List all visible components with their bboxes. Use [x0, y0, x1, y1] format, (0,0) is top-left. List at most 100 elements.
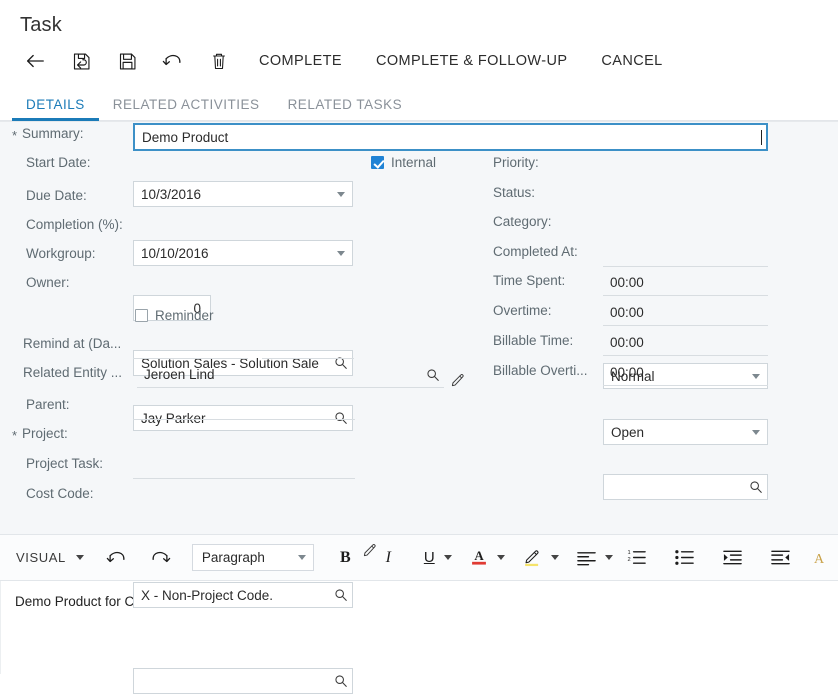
- main-toolbar: COMPLETE COMPLETE & FOLLOW-UP CANCEL: [0, 39, 838, 84]
- chevron-down-icon[interactable]: [496, 555, 505, 560]
- chevron-down-icon[interactable]: [75, 555, 84, 560]
- related-entity-label: Related Entity ...: [23, 365, 123, 380]
- chevron-down-icon[interactable]: [550, 555, 559, 560]
- related-entity-edit-pencil-icon[interactable]: [450, 372, 466, 388]
- svg-text:2: 2: [628, 557, 631, 563]
- font-color-button[interactable]: A: [452, 543, 505, 573]
- paragraph-style-value: Paragraph: [201, 550, 265, 565]
- numbered-list-icon: 1 2: [628, 550, 646, 564]
- redo-icon[interactable]: [139, 543, 182, 573]
- bulleted-list-icon: [675, 550, 694, 565]
- align-left-icon: [576, 551, 596, 565]
- svg-text:A: A: [474, 548, 484, 563]
- delete-trash-icon[interactable]: [196, 41, 242, 81]
- editor-mode-selector[interactable]: VISUAL: [10, 543, 84, 573]
- project-value: X - Non-Project Code.: [141, 587, 274, 603]
- tab-details[interactable]: DETAILS: [12, 97, 99, 121]
- align-button[interactable]: [559, 543, 613, 573]
- highlight-button[interactable]: [505, 543, 559, 573]
- category-label: Category:: [493, 214, 552, 229]
- search-icon[interactable]: [426, 368, 440, 382]
- overtime-label-wrap: Overtime:: [493, 303, 552, 318]
- chevron-down-icon[interactable]: [337, 191, 345, 197]
- start-date-input[interactable]: 10/3/2016: [133, 181, 353, 207]
- editor-mode-label: VISUAL: [16, 550, 66, 565]
- status-select[interactable]: Open: [603, 419, 768, 445]
- chevron-down-icon[interactable]: [337, 250, 345, 256]
- outdent-button[interactable]: [757, 543, 805, 573]
- underline-button[interactable]: U: [410, 543, 452, 573]
- cancel-button[interactable]: CANCEL: [584, 41, 679, 81]
- related-entity-label-wrap: Related Entity ...: [23, 365, 122, 380]
- tab-related-tasks[interactable]: RELATED TASKS: [274, 97, 417, 121]
- summary-label-wrap: * Summary:: [12, 126, 84, 143]
- billable-time-label: Billable Time:: [493, 333, 574, 348]
- chevron-down-icon[interactable]: [604, 555, 613, 560]
- complete-button[interactable]: COMPLETE: [242, 41, 359, 81]
- paragraph-style-select[interactable]: Paragraph: [191, 544, 314, 571]
- reminder-label: Reminder: [155, 308, 214, 323]
- summary-input[interactable]: Demo Product: [133, 123, 768, 151]
- due-date-input[interactable]: 10/10/2016: [133, 240, 353, 266]
- tab-related-activities[interactable]: RELATED ACTIVITIES: [99, 97, 274, 121]
- billable-time-label-wrap: Billable Time:: [493, 333, 573, 348]
- tab-bar: DETAILS RELATED ACTIVITIES RELATED TASKS: [0, 84, 838, 121]
- project-task-input[interactable]: [133, 453, 355, 479]
- back-arrow-icon[interactable]: [12, 41, 58, 81]
- search-icon[interactable]: [334, 674, 348, 688]
- indent-icon: [723, 550, 742, 565]
- chevron-down-icon[interactable]: [297, 555, 306, 560]
- bulleted-list-button[interactable]: [661, 543, 709, 573]
- save-icon[interactable]: [104, 41, 150, 81]
- related-entity-input[interactable]: Jeroen Lind: [137, 362, 444, 388]
- search-icon[interactable]: [749, 480, 763, 494]
- priority-label-wrap: Priority:: [493, 155, 539, 170]
- save-and-back-icon[interactable]: [58, 41, 104, 81]
- internal-checkbox-row[interactable]: Internal: [371, 155, 436, 170]
- time-spent-value: 00:00: [610, 275, 644, 290]
- complete-follow-up-button[interactable]: COMPLETE & FOLLOW-UP: [359, 41, 584, 81]
- billable-overtime-value-field: 00:00: [603, 360, 768, 386]
- completion-label: Completion (%):: [26, 217, 123, 232]
- category-input[interactable]: [603, 474, 768, 500]
- reminder-checkbox-row[interactable]: Reminder: [135, 308, 214, 323]
- bold-button[interactable]: B: [324, 543, 367, 573]
- summary-label: Summary:: [22, 126, 84, 141]
- workgroup-label-wrap: Workgroup:: [26, 246, 96, 261]
- internal-checkbox[interactable]: [371, 156, 384, 169]
- description-editor-body[interactable]: Demo Product for Customer: [0, 581, 838, 674]
- page-title: Task: [20, 14, 62, 36]
- project-input[interactable]: X - Non-Project Code.: [133, 582, 353, 608]
- parent-input[interactable]: [133, 394, 355, 420]
- numbered-list-button[interactable]: 1 2: [613, 543, 661, 573]
- time-spent-label-wrap: Time Spent:: [493, 273, 565, 288]
- details-form: * Summary: Demo Product Start Date: 10/3…: [0, 121, 838, 694]
- undo-icon[interactable]: [96, 543, 139, 573]
- remind-at-time-input[interactable]: [262, 333, 354, 359]
- billable-time-value-field: 00:00: [603, 330, 768, 356]
- undo-icon[interactable]: [150, 41, 196, 81]
- bold-label: B: [340, 548, 351, 566]
- time-spent-label: Time Spent:: [493, 273, 566, 288]
- cost-code-input[interactable]: [133, 668, 353, 694]
- due-date-label-wrap: Due Date:: [26, 188, 87, 203]
- time-spent-value-field: 00:00: [603, 270, 768, 296]
- chevron-down-icon[interactable]: [443, 555, 452, 560]
- project-label: Project:: [22, 426, 68, 441]
- underline-label: U: [423, 549, 435, 566]
- more-tools-icon[interactable]: A: [805, 543, 835, 573]
- search-icon[interactable]: [334, 588, 348, 602]
- required-marker: *: [12, 128, 18, 143]
- owner-label-wrap: Owner:: [26, 275, 70, 290]
- status-label: Status:: [493, 185, 536, 200]
- text-cursor: [761, 129, 762, 145]
- billable-overtime-label: Billable Overti...: [493, 363, 588, 378]
- parent-edit-pencil-icon[interactable]: [362, 542, 378, 558]
- overtime-value-field: 00:00: [603, 300, 768, 326]
- reminder-checkbox[interactable]: [135, 309, 148, 322]
- chevron-down-icon[interactable]: [752, 429, 760, 435]
- indent-button[interactable]: [709, 543, 757, 573]
- remind-at-date-input[interactable]: [133, 333, 248, 359]
- outdent-icon: [771, 550, 790, 565]
- owner-label: Owner:: [26, 275, 70, 290]
